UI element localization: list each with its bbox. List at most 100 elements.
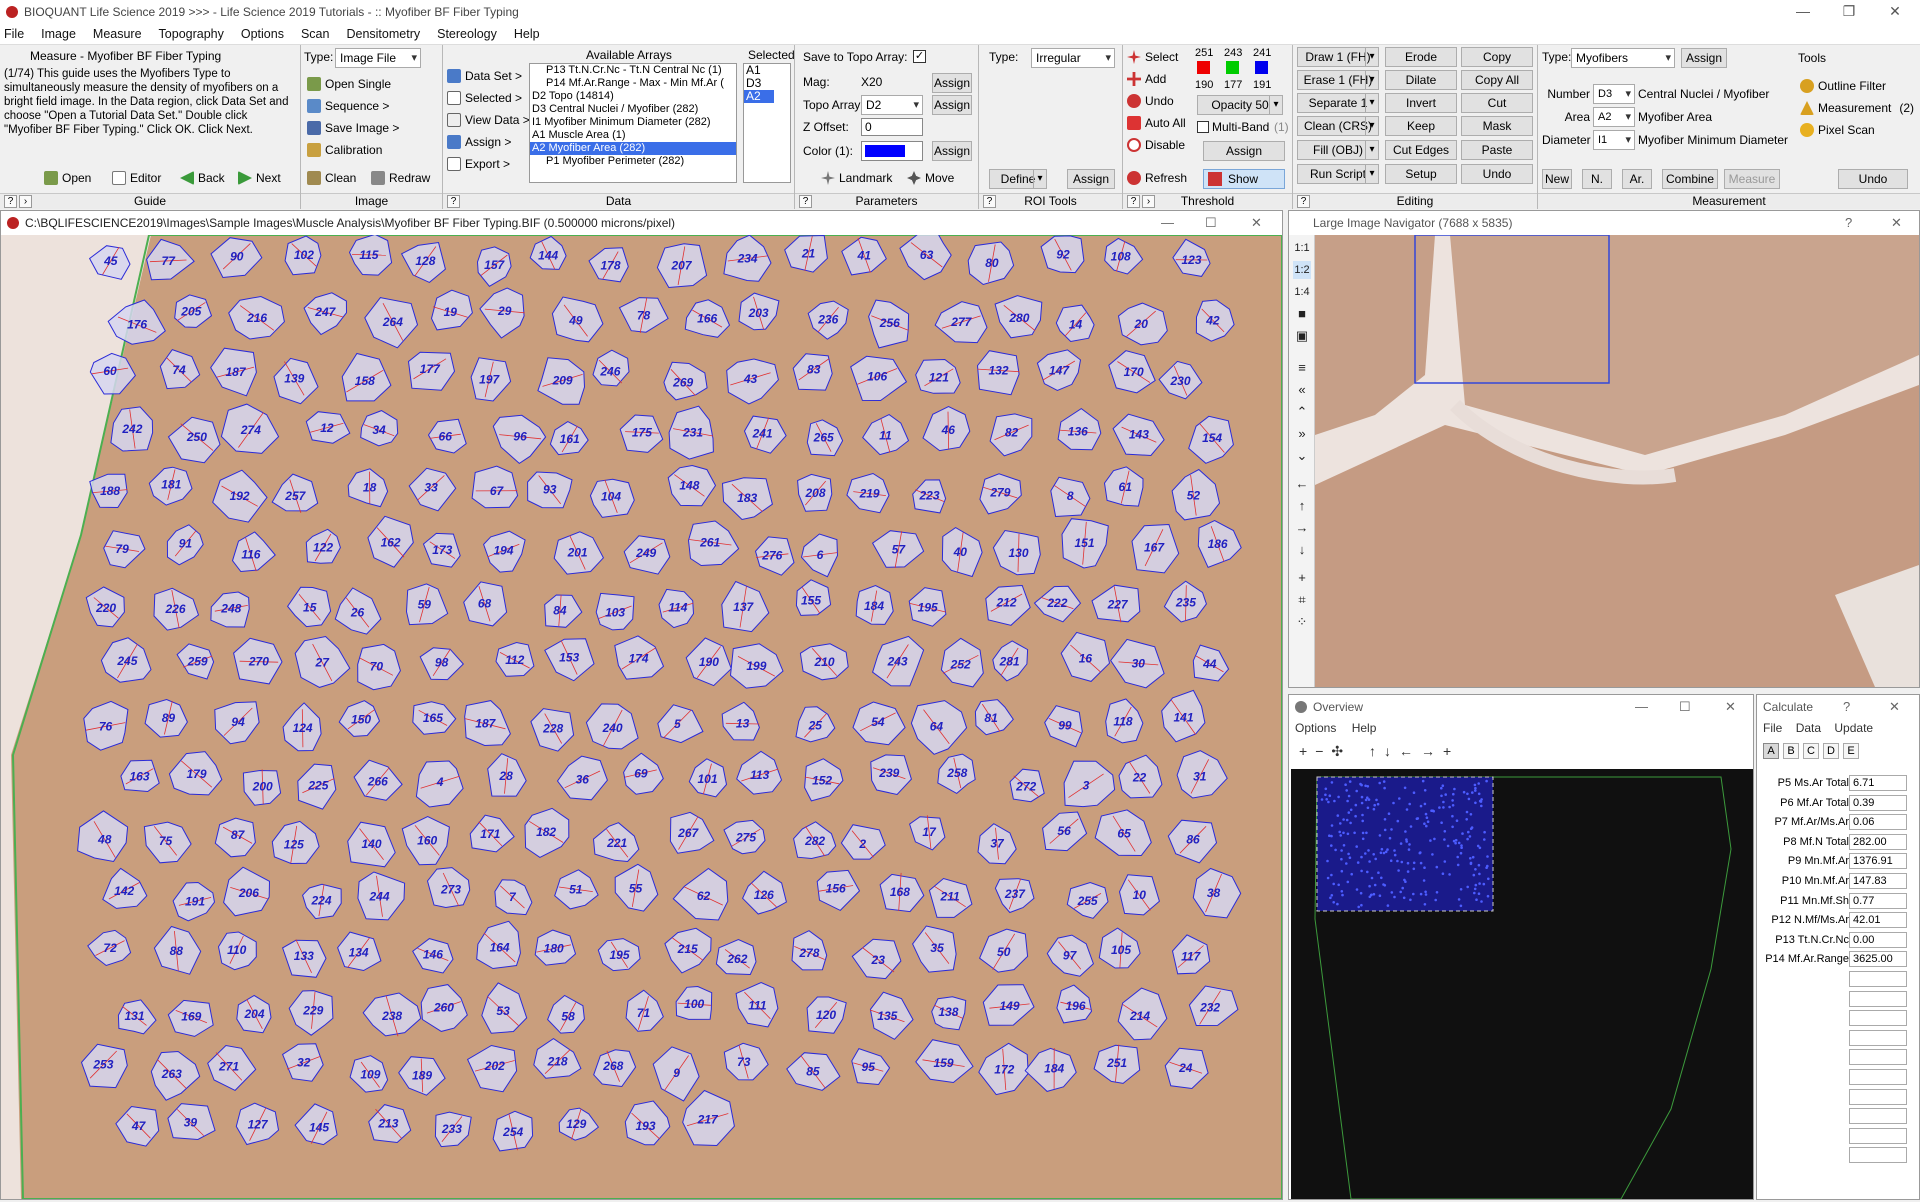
arrow-right-icon[interactable]: →: [1293, 519, 1311, 537]
list-item[interactable]: P13 Tt.N.Cr.Nc - Tt.N Central Nc (1): [530, 64, 736, 77]
data-set-menu[interactable]: Data Set >: [445, 67, 522, 85]
overview-menu-options[interactable]: Options: [1295, 721, 1336, 735]
move-center-icon[interactable]: ✣: [1331, 743, 1351, 759]
list-item[interactable]: P14 Mf.Ar.Range - Max - Min Mf.Ar (: [530, 77, 736, 90]
image-type-select[interactable]: Image File: [335, 48, 421, 68]
expand-icon[interactable]: ›: [1142, 195, 1155, 208]
dilate-button[interactable]: Dilate: [1385, 70, 1457, 90]
show-toggle[interactable]: Show: [1203, 169, 1285, 189]
measure-button[interactable]: Measure: [1724, 169, 1780, 189]
calc-tab-b[interactable]: B: [1783, 743, 1799, 759]
overview-menu-help[interactable]: Help: [1352, 721, 1377, 735]
number-select[interactable]: D3: [1593, 84, 1635, 104]
help-icon[interactable]: ?: [447, 195, 460, 208]
zoom-1-4-button[interactable]: 1:4: [1293, 283, 1311, 301]
calc-row-value[interactable]: 0.77: [1849, 893, 1907, 909]
menu-file[interactable]: File: [4, 27, 24, 41]
minimize-button[interactable]: —: [1780, 0, 1826, 24]
overview-maximize-button[interactable]: ☐: [1679, 695, 1691, 719]
menu-topography[interactable]: Topography: [159, 27, 224, 41]
overview-minimize-button[interactable]: —: [1635, 695, 1648, 719]
cut-button[interactable]: Cut: [1461, 93, 1533, 113]
guide-editor-button[interactable]: Editor: [110, 169, 161, 187]
mag-assign-button[interactable]: Assign: [932, 73, 972, 93]
image-minimize-button[interactable]: —: [1161, 211, 1174, 235]
paste-button[interactable]: Paste: [1461, 140, 1533, 160]
navigator-help-button[interactable]: ?: [1845, 211, 1852, 235]
close-button[interactable]: ✕: [1872, 0, 1918, 24]
up-double-icon[interactable]: ⌃: [1293, 403, 1311, 421]
calc-row-value[interactable]: [1849, 1010, 1907, 1026]
pan-left-icon[interactable]: ←: [1399, 743, 1421, 759]
cut-edges-button[interactable]: Cut Edges: [1385, 140, 1457, 160]
move-button[interactable]: Move: [905, 169, 954, 187]
list-item[interactable]: I1 Myofiber Minimum Diameter (282): [530, 116, 736, 129]
measure-assign-button[interactable]: Assign: [1681, 48, 1727, 68]
editing-undo-button[interactable]: Undo: [1461, 164, 1533, 184]
pan-down-icon[interactable]: ↓: [1384, 743, 1399, 759]
refresh-button[interactable]: Refresh: [1125, 169, 1187, 187]
clean-button[interactable]: Clean: [305, 169, 356, 187]
calc-row-value[interactable]: [1849, 1089, 1907, 1105]
zoom-in-icon[interactable]: +: [1299, 743, 1315, 759]
save-image-button[interactable]: Save Image >: [305, 119, 399, 137]
list-item[interactable]: P1 Myofiber Perimeter (282): [530, 155, 736, 168]
blue-channel-swatch[interactable]: [1255, 61, 1268, 74]
calc-row-value[interactable]: [1849, 1049, 1907, 1065]
menu-options[interactable]: Options: [241, 27, 284, 41]
calc-row-value[interactable]: [1849, 1030, 1907, 1046]
threshold-undo-button[interactable]: Undo: [1125, 92, 1174, 110]
calc-row-value[interactable]: 0.39: [1849, 795, 1907, 811]
pan-up-icon[interactable]: ↑: [1369, 743, 1384, 759]
measure-undo-button[interactable]: Undo: [1838, 169, 1908, 189]
guide-next-button[interactable]: Next: [236, 169, 281, 187]
selected-menu[interactable]: Selected >: [445, 89, 522, 107]
zoom-out-icon[interactable]: −: [1315, 743, 1331, 759]
save-topo-checkbox[interactable]: ✓: [913, 50, 926, 63]
opacity-dropdown[interactable]: Opacity 50: [1197, 95, 1283, 115]
help-icon[interactable]: ?: [799, 195, 812, 208]
fill-dropdown[interactable]: Fill (OBJ): [1297, 140, 1379, 160]
topo-array-select[interactable]: D2: [861, 95, 923, 115]
calibration-button[interactable]: Calibration: [305, 141, 382, 159]
navigator-image[interactable]: [1315, 235, 1919, 687]
calc-row-value[interactable]: [1849, 1128, 1907, 1144]
keep-button[interactable]: Keep: [1385, 116, 1457, 136]
menu-scan[interactable]: Scan: [301, 27, 330, 41]
ar-button[interactable]: Ar.: [1622, 169, 1652, 189]
color-assign-button[interactable]: Assign: [932, 141, 972, 161]
define-dropdown[interactable]: Define: [989, 169, 1047, 189]
topo-assign-button[interactable]: Assign: [932, 95, 972, 115]
assign-menu[interactable]: Assign >: [445, 133, 511, 151]
green-channel-swatch[interactable]: [1226, 61, 1239, 74]
navigator-close-button[interactable]: ✕: [1891, 211, 1902, 235]
calculate-help-button[interactable]: ?: [1843, 695, 1850, 719]
fit-icon[interactable]: ■: [1293, 305, 1311, 323]
n-button[interactable]: N.: [1582, 169, 1612, 189]
open-single-button[interactable]: Open Single: [305, 75, 391, 93]
draw-dropdown[interactable]: Draw 1 (FH): [1297, 47, 1379, 67]
crosshair-icon[interactable]: +: [1443, 743, 1459, 759]
separate-dropdown[interactable]: Separate 1: [1297, 93, 1379, 113]
view-data-menu[interactable]: View Data >: [445, 111, 530, 129]
invert-button[interactable]: Invert: [1385, 93, 1457, 113]
last-icon[interactable]: »: [1293, 425, 1311, 443]
arrow-up-icon[interactable]: ↑: [1293, 497, 1311, 515]
calc-tab-a[interactable]: A: [1763, 743, 1779, 759]
first-icon[interactable]: «: [1293, 381, 1311, 399]
tissue-image-canvas[interactable]: 4577901021151281571441782072342141638092…: [1, 235, 1282, 1199]
calc-menu-file[interactable]: File: [1763, 721, 1782, 735]
calc-row-value[interactable]: [1849, 991, 1907, 1007]
calc-row-value[interactable]: 0.06: [1849, 814, 1907, 830]
menu-image[interactable]: Image: [41, 27, 76, 41]
sequence-button[interactable]: Sequence >: [305, 97, 389, 115]
outline-filter-button[interactable]: Outline Filter: [1798, 77, 1886, 95]
roi-assign-button[interactable]: Assign: [1067, 169, 1115, 189]
calc-row-value[interactable]: 282.00: [1849, 834, 1907, 850]
available-arrays-list[interactable]: P13 Tt.N.Cr.Nc - Tt.N Central Nc (1) P14…: [529, 63, 737, 183]
redraw-button[interactable]: Redraw: [369, 169, 430, 187]
pan-right-icon[interactable]: →: [1421, 743, 1443, 759]
multiband-checkbox[interactable]: [1197, 121, 1209, 133]
calc-row-value[interactable]: 3625.00: [1849, 951, 1907, 967]
erode-button[interactable]: Erode: [1385, 47, 1457, 67]
